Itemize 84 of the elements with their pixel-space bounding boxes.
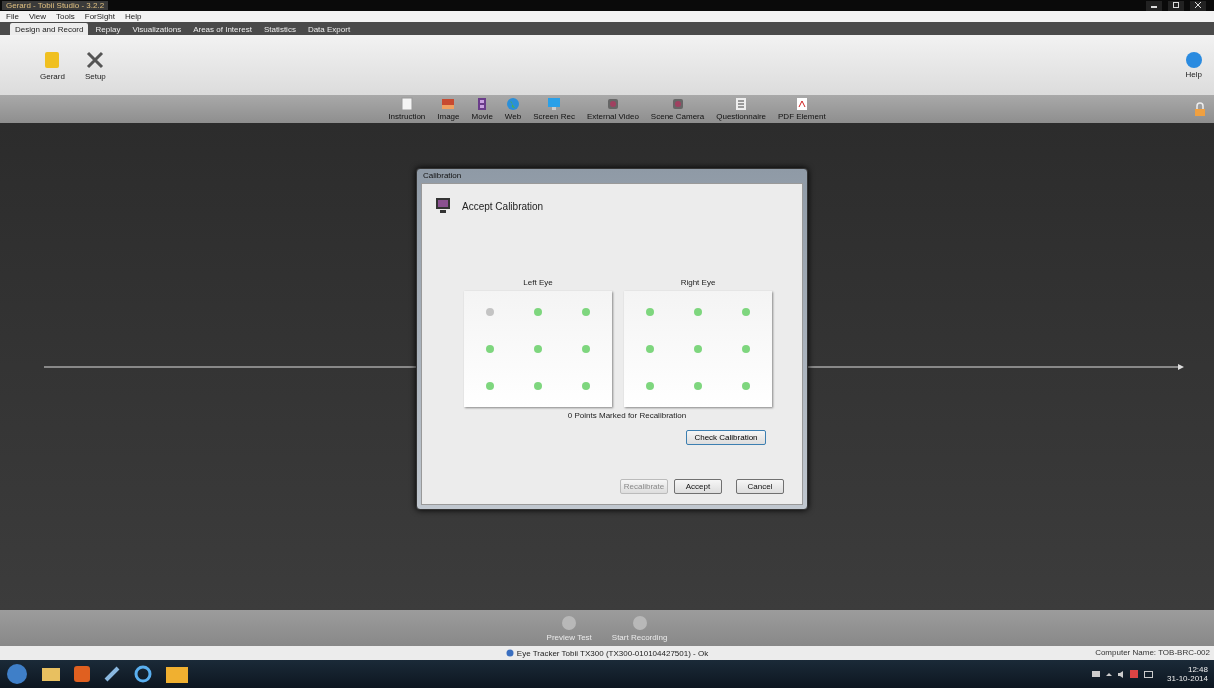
clock: 12:48 31-10-2014 [1167,665,1208,683]
eye-label: Left Eye [523,278,553,287]
record-icon [631,614,648,631]
calibration-point[interactable] [646,345,654,353]
monitor-icon [436,198,450,214]
folder-icon[interactable] [42,666,60,682]
help-icon [1185,51,1202,68]
app-icon[interactable] [104,666,120,682]
calibration-point[interactable] [742,382,750,391]
network-icon[interactable] [1144,670,1154,678]
image-icon [441,97,456,111]
element-button[interactable]: Questionnaire [716,97,767,121]
calibration-point[interactable] [694,307,702,316]
element-button[interactable]: PDF Element [778,97,826,121]
check-calibration-button[interactable]: Check Calibration [686,430,766,445]
calibration-point[interactable] [534,382,542,391]
minimize-button[interactable] [1146,0,1162,11]
speaker-icon[interactable] [1118,670,1125,678]
tracker-status: Eye Tracker Tobii TX300 (TX300-010104427501) - Ok [505,648,709,658]
lock-icon[interactable] [1194,102,1206,116]
element-button[interactable]: Web [504,97,522,121]
keyboard-icon[interactable] [1092,671,1101,677]
calibration-point[interactable] [742,345,750,353]
eye-tracker-icon [505,649,514,657]
menu-item[interactable]: File [6,12,19,21]
close-button[interactable] [1190,0,1206,11]
flag-icon[interactable] [1130,670,1139,678]
tools-icon [85,49,106,70]
checklist-icon [734,97,749,111]
calibration-point[interactable] [742,307,750,316]
window-title: Gerard - Tobii Studio - 3.2.2 [2,1,109,10]
element-button[interactable]: Instruction [388,97,426,121]
media-player-icon[interactable] [74,666,90,682]
calibration-point[interactable] [486,382,494,391]
marked-count: 0 Points Marked for Recalibration [567,411,687,420]
calibration-point[interactable] [582,382,590,391]
calibration-point[interactable] [486,307,494,316]
pdf-icon [794,97,809,111]
menu-item[interactable]: View [28,12,47,21]
dialog-title: Calibration [422,170,463,182]
globe-icon [506,97,520,111]
computer-name: Computer Name: TOB-BRC-002 [1095,648,1210,657]
tab[interactable]: Areas of Interest [188,23,257,35]
maximize-icon [1173,2,1179,8]
calibration-point[interactable] [582,345,590,353]
folder-icon[interactable] [166,664,188,684]
element-button[interactable]: Screen Rec [533,97,575,121]
help-button[interactable]: Help [1185,51,1202,79]
tab[interactable]: Statistics [258,23,301,35]
menu-item[interactable]: ForSight [84,12,115,21]
tab[interactable]: Visualizations [127,23,187,35]
minimize-icon [1151,4,1157,8]
calibration-point[interactable] [486,345,494,353]
element-button[interactable]: Image [437,97,460,121]
tab[interactable]: Design and Record [10,23,89,35]
caret-icon[interactable] [1106,672,1113,676]
menu-item[interactable]: Help [125,12,142,21]
dialog-heading: Accept Calibration [462,200,544,212]
element-button[interactable]: Movie [471,97,493,121]
ribbon-button[interactable]: Setup [84,49,106,81]
tab[interactable]: Replay [90,23,126,35]
start-button[interactable] [6,663,28,685]
ribbon-button[interactable]: Gerard [40,49,65,81]
calibration-point[interactable] [646,382,654,391]
maximize-button[interactable] [1168,0,1184,11]
calibration-point[interactable] [646,307,654,316]
calibration-point[interactable] [534,345,542,353]
element-button[interactable]: External Video [586,97,639,121]
calibration-point[interactable] [582,307,590,316]
document-icon [399,97,414,111]
calibration-point[interactable] [694,345,702,353]
calibration-point[interactable] [694,382,702,391]
dialog-button[interactable]: Cancel [736,479,784,494]
browser-icon[interactable] [134,665,152,683]
eye-label: Right Eye [680,278,716,287]
menu-item[interactable]: Tools [56,12,75,21]
dialog-button[interactable]: Accept [674,479,722,494]
element-button[interactable]: Scene Camera [650,97,705,121]
camera-icon [670,97,685,111]
camera-icon [605,97,620,111]
calibration-point[interactable] [534,307,542,316]
tab[interactable]: Data Export [302,23,356,35]
close-icon [1195,2,1201,8]
monitor-icon [547,97,562,111]
